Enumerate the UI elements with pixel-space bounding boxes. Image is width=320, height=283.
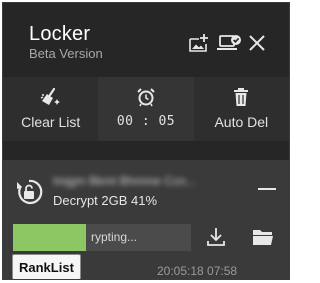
- progress-text: rypting...: [91, 230, 138, 244]
- download-icon: [207, 228, 225, 246]
- auto-del-button[interactable]: Auto Del: [194, 77, 289, 141]
- app-title: Locker: [29, 23, 91, 45]
- clear-list-label: Clear List: [21, 114, 81, 130]
- collapse-button[interactable]: [255, 182, 279, 196]
- app-subtitle: Beta Version: [29, 46, 103, 61]
- clear-list-button[interactable]: Clear List: [3, 77, 98, 141]
- task-time: 20:05:18 07:58: [157, 264, 238, 278]
- task-filename: Imjgm Bkmt Bhmme Ccn...: [53, 174, 196, 188]
- trash-icon: [234, 88, 249, 106]
- decrypt-lock-icon: [17, 179, 43, 204]
- progress-bar: rypting...: [13, 224, 191, 251]
- locker-window: Locker Beta Version Clear List 00: 05 A…: [2, 2, 290, 280]
- timer-button[interactable]: 00 : 05: [98, 77, 194, 141]
- laptop-check-button[interactable]: [215, 29, 243, 57]
- add-image-icon: [189, 34, 208, 52]
- add-image-button[interactable]: [184, 29, 212, 57]
- minus-icon: [258, 188, 276, 190]
- alarm-clock-icon: [137, 88, 155, 107]
- timer-label: 00 : 05: [116, 114, 176, 129]
- broom-icon: [40, 87, 60, 105]
- folder-icon: [253, 230, 273, 245]
- close-icon: [249, 35, 265, 51]
- close-button[interactable]: [243, 29, 271, 57]
- tooltip: RankList: [12, 254, 81, 279]
- task-status: Decrypt 2GB 41%: [53, 193, 158, 208]
- auto-del-label: Auto Del: [214, 114, 269, 130]
- open-folder-button[interactable]: [249, 223, 277, 251]
- header: Locker Beta Version: [3, 3, 289, 76]
- progress-fill: [13, 224, 86, 251]
- laptop-check-icon: [217, 35, 241, 50]
- toolbar: Clear List 00 : 05 Auto Del: [3, 77, 289, 141]
- download-button[interactable]: [202, 223, 230, 251]
